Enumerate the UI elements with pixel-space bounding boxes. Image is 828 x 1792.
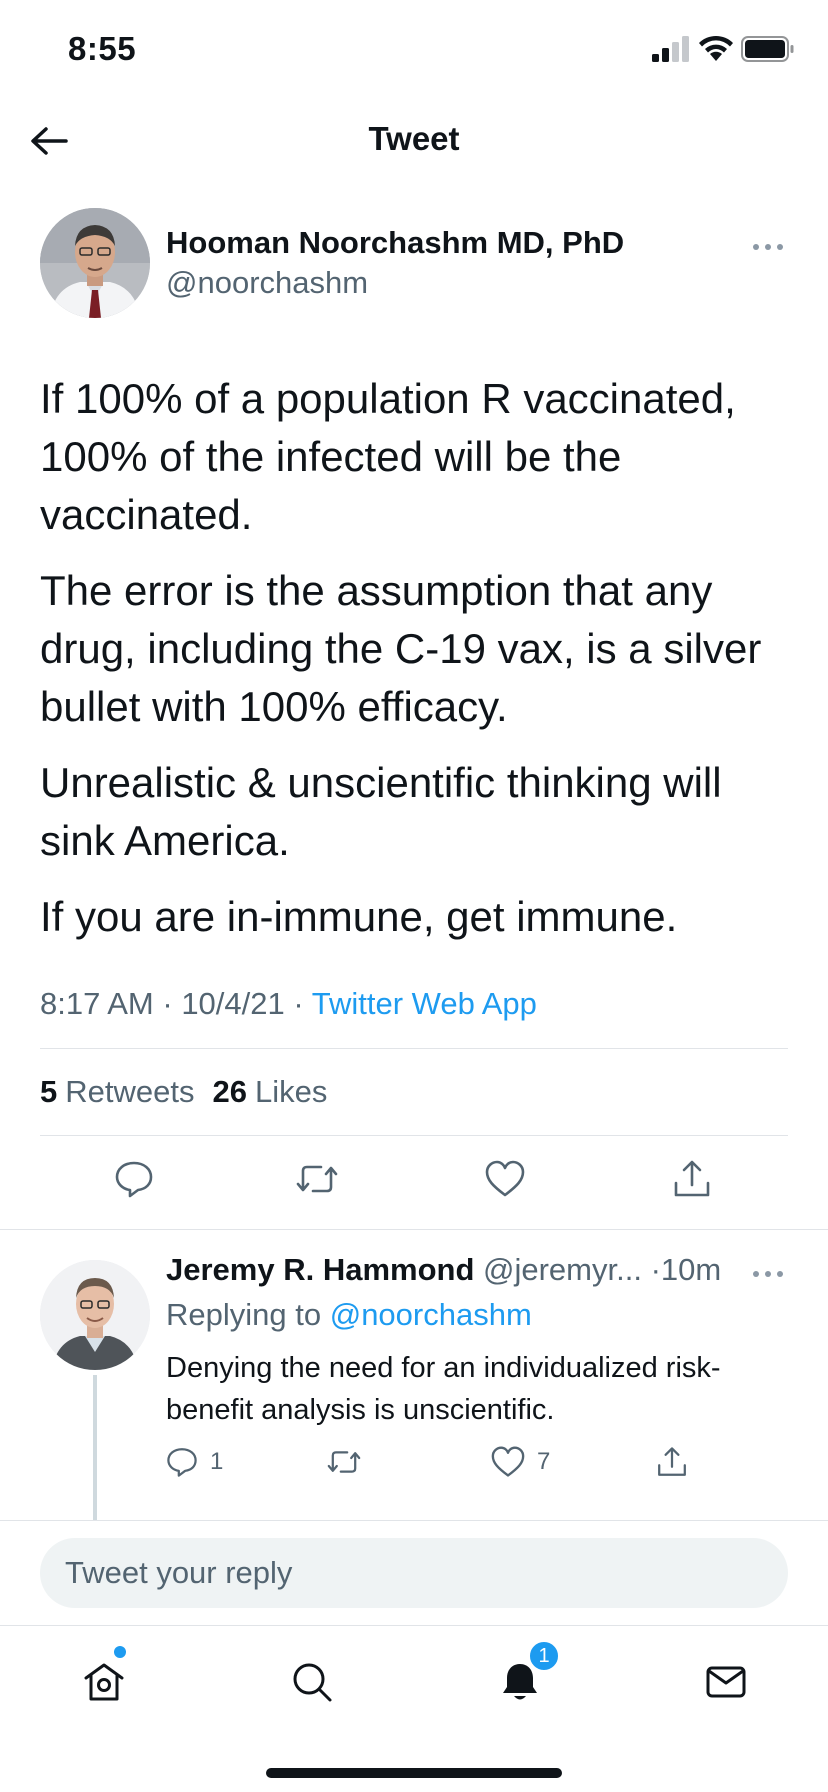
tweet-paragraph: Unrealistic & unscientific thinking will… [40, 759, 722, 864]
reply-share-button[interactable] [656, 1440, 700, 1484]
replying-to-label: Replying to [166, 1297, 322, 1332]
retweets-label: Retweets [65, 1074, 195, 1109]
wifi-icon [699, 35, 733, 61]
home-unread-dot [114, 1646, 126, 1658]
search-icon [293, 1663, 332, 1702]
share-button[interactable] [669, 1156, 715, 1202]
reply-tweet[interactable]: Jeremy R. Hammond @jeremyr... ·10m Reply… [40, 1230, 788, 1520]
tweet-date: 10/4/21 [181, 986, 285, 1021]
like-button[interactable] [482, 1156, 528, 1202]
reply-separator: · [650, 1252, 661, 1287]
comment-icon [167, 1448, 197, 1477]
mail-icon [706, 1666, 746, 1698]
likes-label: Likes [254, 1074, 328, 1109]
status-bar: 8:55 [0, 0, 828, 100]
reply-comment-button[interactable]: 1 [166, 1440, 223, 1484]
nav-bar: Tweet [0, 100, 828, 180]
tweet-source-link[interactable]: Twitter Web App [312, 986, 537, 1021]
heart-icon [485, 1160, 525, 1197]
reply-header: Jeremy R. Hammond @jeremyr... ·10m [166, 1252, 788, 1288]
tab-search[interactable] [282, 1652, 342, 1712]
reply-input[interactable] [40, 1538, 788, 1608]
home-icon [84, 1663, 124, 1701]
tweet-paragraph: The error is the assumption that any dru… [40, 567, 762, 730]
heart-icon [491, 1446, 525, 1477]
home-indicator[interactable] [266, 1768, 562, 1778]
more-dots-icon [753, 244, 783, 250]
comment-icon [115, 1161, 153, 1198]
tab-home[interactable] [74, 1652, 134, 1712]
thread-line [93, 1375, 97, 1520]
retweet-button[interactable] [294, 1156, 340, 1202]
tab-messages[interactable] [696, 1652, 756, 1712]
meta-separator: · [162, 986, 182, 1021]
battery-icon [741, 36, 794, 62]
tweet-meta: 8:17 AM · 10/4/21 · Twitter Web App [40, 986, 788, 1022]
author-row: Hooman Noorchashm MD, PhD @noorchashm [40, 205, 788, 320]
retweets-stat[interactable]: 5 Retweets [40, 1074, 194, 1110]
engagement-stats: 5 Retweets 26 Likes [40, 1049, 788, 1135]
author-handle[interactable]: @noorchashm [166, 265, 368, 301]
notifications-badge: 1 [528, 1640, 560, 1672]
share-icon [658, 1447, 686, 1476]
retweet-icon [296, 1165, 338, 1193]
replying-to-handle-link[interactable]: @noorchashm [330, 1297, 532, 1332]
tweet-paragraph: If 100% of a population R vaccinated, 10… [40, 375, 736, 538]
avatar-portrait-image [40, 208, 150, 318]
replying-to: Replying to @noorchashm [166, 1297, 532, 1333]
retweets-count: 5 [40, 1074, 58, 1109]
tweet-time: 8:17 AM [40, 986, 154, 1021]
main-tweet: Hooman Noorchashm MD, PhD @noorchashm If… [40, 205, 788, 1224]
avatar[interactable] [40, 1260, 150, 1370]
reply-more-options-button[interactable] [748, 1264, 788, 1284]
reply-author-handle[interactable]: @jeremyr... [483, 1252, 642, 1287]
page-title: Tweet [368, 120, 460, 157]
tweet-paragraph: If you are in-immune, get immune. [40, 893, 678, 940]
more-dots-icon [753, 1271, 783, 1277]
status-time: 8:55 [68, 30, 137, 67]
meta-separator: · [293, 986, 312, 1021]
likes-stat[interactable]: 26 Likes [212, 1074, 327, 1110]
tweet-text: If 100% of a population R vaccinated, 10… [40, 370, 788, 946]
reply-text: Denying the need for an individualized r… [166, 1352, 721, 1426]
reply-author-name[interactable]: Jeremy R. Hammond [166, 1252, 474, 1287]
reply-comment-count: 1 [210, 1448, 224, 1475]
author-name[interactable]: Hooman Noorchashm MD, PhD [166, 225, 624, 261]
share-icon [674, 1160, 710, 1197]
reply-actions: 1 7 [166, 1440, 726, 1484]
reply-time: 10m [660, 1252, 722, 1287]
bottom-tab-bar: 1 [0, 1626, 828, 1792]
more-options-button[interactable] [748, 235, 788, 259]
tweet-actions [40, 1136, 788, 1224]
reply-composer [0, 1521, 828, 1625]
reply-button[interactable] [111, 1156, 157, 1202]
reply-retweet-button[interactable] [326, 1440, 374, 1484]
likes-count: 26 [212, 1074, 247, 1109]
reply-like-button[interactable]: 7 [491, 1440, 550, 1484]
reply-like-count: 7 [537, 1448, 551, 1475]
avatar-portrait-image [40, 1260, 150, 1370]
retweet-icon [327, 1451, 361, 1473]
avatar[interactable] [40, 208, 150, 318]
cellular-signal-icon [652, 36, 689, 62]
